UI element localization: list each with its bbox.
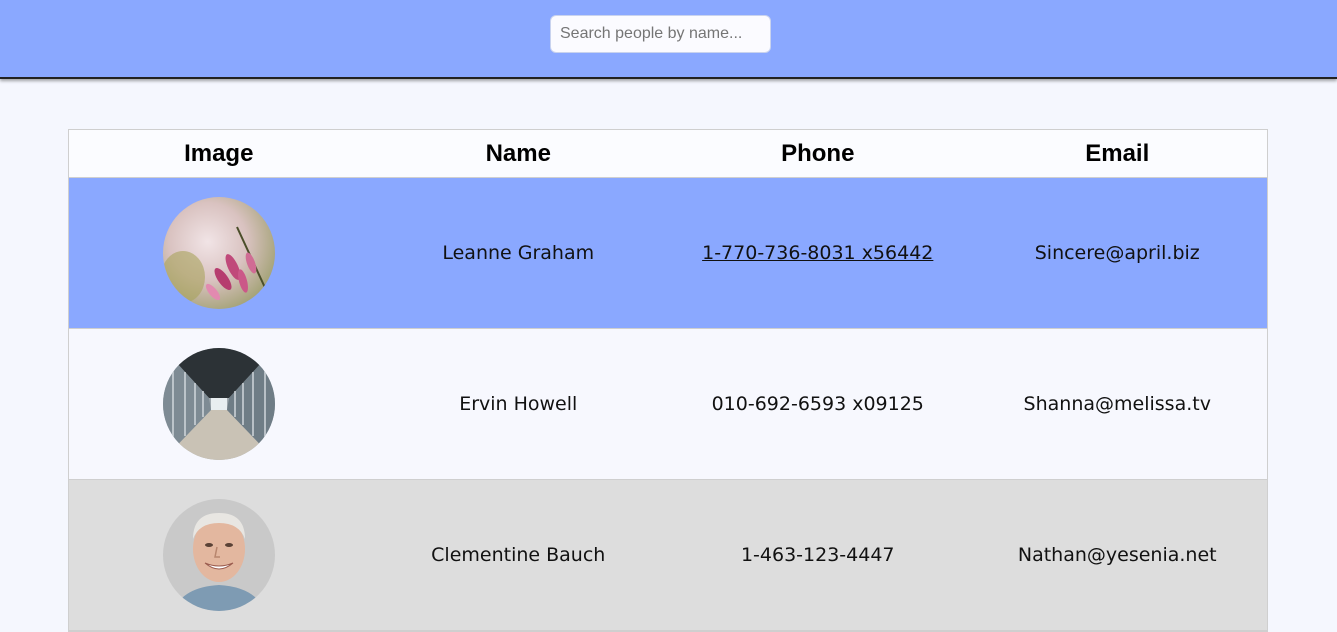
phone-cell: 010-692-6593 x09125	[668, 328, 968, 480]
name-cell: Clementine Bauch	[368, 479, 668, 631]
email-cell: Nathan@yesenia.net	[967, 479, 1267, 631]
email-cell: Shanna@melissa.tv	[967, 328, 1267, 480]
table-row[interactable]: Clementine Bauch 1-463-123-4447 Nathan@y…	[69, 479, 1267, 631]
column-header-email: Email	[967, 130, 1267, 178]
table-row[interactable]: Leanne Graham 1-770-736-8031 x56442 Sinc…	[69, 177, 1267, 329]
table-row[interactable]: Ervin Howell 010-692-6593 x09125 Shanna@…	[69, 328, 1267, 480]
table-header-row: Image Name Phone Email	[69, 130, 1267, 178]
image-cell	[69, 177, 369, 329]
name-cell: Ervin Howell	[368, 328, 668, 480]
phone-cell: 1-463-123-4447	[668, 479, 968, 631]
column-header-phone: Phone	[668, 130, 968, 178]
avatar-corridor-photo	[162, 348, 275, 460]
email-cell: Sincere@april.biz	[967, 177, 1267, 329]
image-cell	[69, 328, 369, 480]
name-cell: Leanne Graham	[368, 177, 668, 329]
phone-cell: 1-770-736-8031 x56442	[668, 177, 968, 329]
people-table: Image Name Phone Email Leanne Graham 1-7…	[68, 129, 1268, 632]
column-header-image: Image	[69, 130, 369, 178]
column-header-name: Name	[368, 130, 668, 178]
image-cell	[69, 479, 369, 631]
phone-link[interactable]: 1-770-736-8031 x56442	[702, 242, 933, 264]
avatar-portrait-photo	[162, 499, 275, 611]
top-bar	[0, 0, 1337, 79]
search-input[interactable]	[550, 15, 771, 53]
avatar-flower-photo	[162, 197, 275, 309]
